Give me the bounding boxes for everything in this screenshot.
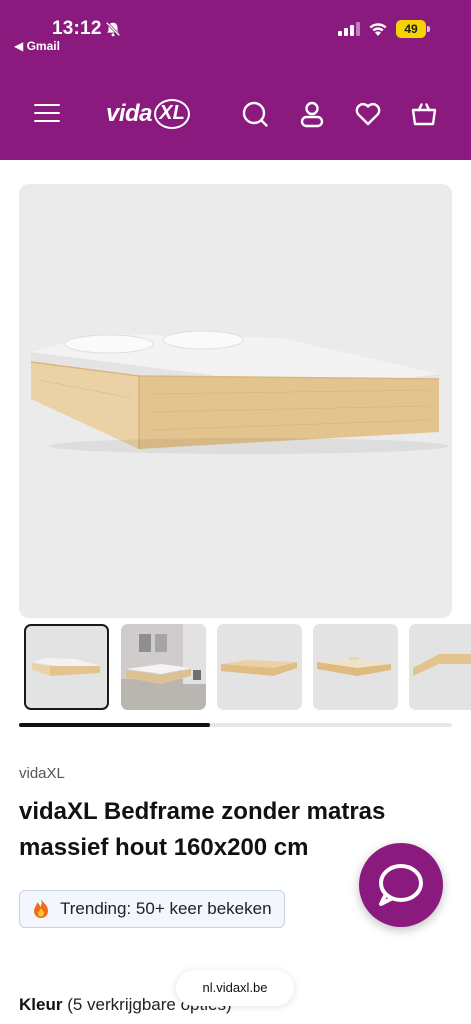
thumb-frame-side-image [317,657,391,676]
header-bar: 13:12 ◀ Gmail 49 vida XL [0,0,471,160]
product-brand[interactable]: vidaXL [19,765,65,782]
wishlist-heart-icon[interactable] [354,100,382,128]
flame-icon [34,899,48,918]
back-to-app-link[interactable]: ◀ Gmail [14,39,60,53]
logo-badge: XL [154,99,191,129]
gallery-scroll-indicator [19,723,452,727]
thumb-bed-image [32,658,100,676]
chat-button[interactable] [359,843,443,927]
logo-text: vida [106,100,153,127]
gallery-scroll-indicator-fill [19,723,210,727]
thumbnail-4[interactable] [313,624,398,710]
search-icon[interactable] [241,100,269,128]
thumbnail-2[interactable] [121,624,206,710]
cellular-signal-icon [338,22,360,36]
battery-tip [427,26,430,32]
trending-text: Trending: 50+ keer bekeken [60,899,272,918]
battery-indicator: 49 [396,20,430,38]
chat-bubble-icon [379,864,423,906]
bed-frame-image [30,330,449,454]
status-bar: 13:12 ◀ Gmail 49 [0,18,471,58]
thumb-frame-detail-image [413,654,471,676]
thumbnail-3[interactable] [217,624,302,710]
thumbnail-1[interactable] [24,624,109,710]
thumbnail-strip[interactable] [19,622,471,712]
battery-level: 49 [396,20,426,38]
vidaxl-logo[interactable]: vida XL [106,96,191,132]
status-time: 13:12 [52,18,102,39]
menu-icon[interactable] [34,104,60,126]
silent-bell-icon [105,21,121,37]
thumb-room-image [121,624,206,710]
wifi-icon [369,23,387,36]
thumbnail-5[interactable] [409,624,471,710]
account-icon[interactable] [298,100,326,128]
thumb-frame-image [221,660,297,676]
main-nav: vida XL [0,92,471,140]
product-main-image[interactable] [19,184,452,618]
color-label: Kleur [19,995,63,1014]
browser-url-pill[interactable]: nl.vidaxl.be [176,970,294,1006]
trending-badge: Trending: 50+ keer bekeken [19,890,285,928]
cart-basket-icon[interactable] [410,100,438,128]
